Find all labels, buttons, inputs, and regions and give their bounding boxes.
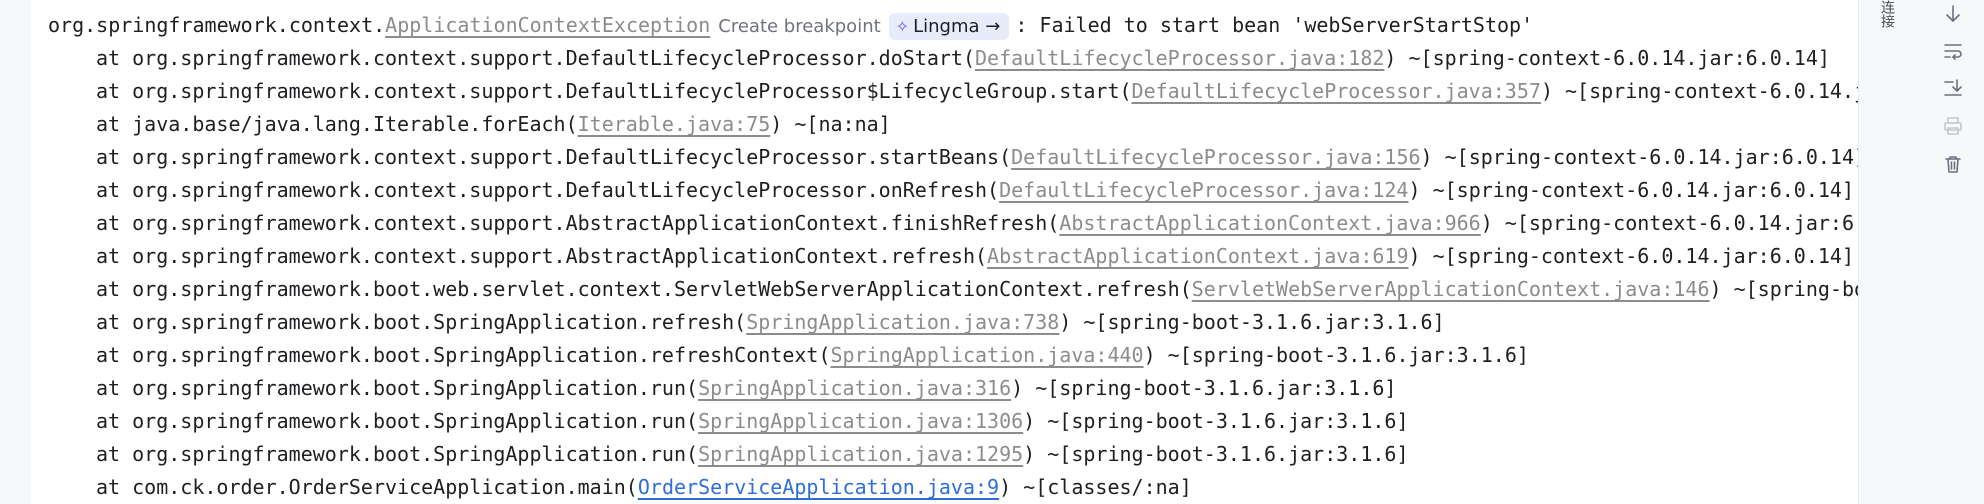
stack-frame: at org.springframework.boot.SpringApplic… — [96, 339, 1529, 372]
stack-frame-jar: ) ~[spring-context-6.0.14.jar:6.0.14] — [1384, 46, 1830, 70]
stack-frame-jar: ) ~[spring-boot-3.1.6.jar:3.1.6] — [1709, 277, 1859, 301]
stack-frame: at java.base/java.lang.Iterable.forEach(… — [96, 108, 891, 141]
stack-frame-method: at org.springframework.context.support.A… — [96, 211, 1060, 235]
exception-header-line: org.springframework.context.ApplicationC… — [48, 9, 1533, 42]
stack-frame-method: at org.springframework.boot.SpringApplic… — [96, 442, 699, 466]
stack-frame: at org.springframework.context.support.D… — [96, 75, 1858, 108]
stack-frame-source-link[interactable]: OrderServiceApplication.java:9 — [638, 475, 999, 499]
stack-frame-jar: ) ~[spring-boot-3.1.6.jar:3.1.6] — [1059, 310, 1445, 334]
stack-frame-source-link[interactable]: ServletWebServerApplicationContext.java:… — [1192, 277, 1710, 301]
console-output[interactable]: org.springframework.context.ApplicationC… — [31, 0, 1858, 504]
exception-class-link[interactable]: ApplicationContextException — [385, 13, 710, 37]
stack-frame: at org.springframework.boot.SpringApplic… — [96, 405, 1408, 438]
stack-frame: at org.springframework.context.support.A… — [96, 240, 1854, 273]
stack-frame-method: at org.springframework.context.support.D… — [96, 178, 1000, 202]
scroll-to-end-icon[interactable] — [1939, 0, 1967, 28]
stack-frame-source-link[interactable]: DefaultLifecycleProcessor.java:124 — [999, 178, 1408, 202]
stack-frame-method: at org.springframework.boot.SpringApplic… — [96, 409, 699, 433]
soft-wrap-icon[interactable] — [1939, 37, 1967, 65]
stack-frame-jar: ) ~[spring-context-6.0.14.jar:6.0.14] — [1408, 178, 1855, 202]
stack-frame-source-link[interactable]: AbstractApplicationContext.java:619 — [987, 244, 1408, 268]
scroll-down-icon[interactable] — [1939, 74, 1967, 102]
clear-all-icon[interactable] — [1939, 150, 1967, 178]
stack-frame-source-link[interactable]: SpringApplication.java:440 — [831, 343, 1144, 367]
stack-frame-jar: ) ~[spring-boot-3.1.6.jar:3.1.6] — [1023, 442, 1409, 466]
stack-frame-jar: ) ~[spring-boot-3.1.6.jar:3.1.6] — [1023, 409, 1409, 433]
stack-frame-method: at org.springframework.context.support.D… — [96, 145, 1012, 169]
stack-frame-method: at org.springframework.boot.web.servlet.… — [96, 277, 1192, 301]
print-icon[interactable] — [1939, 112, 1967, 140]
stack-frame-jar: ) ~[classes/:na] — [999, 475, 1192, 499]
stack-frame-source-link[interactable]: DefaultLifecycleProcessor.java:156 — [1011, 145, 1420, 169]
stack-frame-jar: ) ~[spring-context-6.0.14.jar:6.0.14] — [1408, 244, 1855, 268]
stack-frame-method: at org.springframework.boot.SpringApplic… — [96, 310, 747, 334]
stack-frame-jar: ) ~[spring-context-6.0.14.jar:6.0.14] — [1540, 79, 1858, 103]
stack-frame: at org.springframework.context.support.D… — [96, 141, 1858, 174]
stack-frame-source-link[interactable]: AbstractApplicationContext.java:966 — [1059, 211, 1480, 235]
stack-frame-source-link[interactable]: DefaultLifecycleProcessor.java:357 — [1132, 79, 1541, 103]
stack-frame-method: at com.ck.order.OrderServiceApplication.… — [96, 475, 638, 499]
stack-frame-method: at org.springframework.context.support.A… — [96, 244, 988, 268]
stack-frame: at org.springframework.context.support.A… — [96, 207, 1858, 240]
stack-frame-jar: ) ~[na:na] — [770, 112, 891, 136]
stack-frame-source-link[interactable]: SpringApplication.java:1295 — [698, 442, 1023, 466]
stack-frame-method: at org.springframework.boot.SpringApplic… — [96, 376, 699, 400]
stack-frame-source-link[interactable]: Iterable.java:75 — [578, 112, 771, 136]
stack-frame-source-link[interactable]: DefaultLifecycleProcessor.java:182 — [975, 46, 1384, 70]
stack-frame-jar: ) ~[spring-context-6.0.14.jar:6.0.14] — [1420, 145, 1858, 169]
stack-frame-method: at org.springframework.context.support.D… — [96, 79, 1132, 103]
stack-frame-source-link[interactable]: SpringApplication.java:1306 — [698, 409, 1023, 433]
stack-frame: at org.springframework.context.support.D… — [96, 42, 1830, 75]
exception-package: org.springframework.context. — [48, 13, 386, 37]
stack-frame: at org.springframework.boot.SpringApplic… — [96, 372, 1396, 405]
editor-gutter — [0, 0, 32, 504]
stack-frame: at org.springframework.context.support.D… — [96, 174, 1854, 207]
stack-frame-jar: ) ~[spring-boot-3.1.6.jar:3.1.6] — [1011, 376, 1397, 400]
exception-message: : Failed to start bean 'webServerStartSt… — [1015, 13, 1534, 37]
stack-frame-jar: ) ~[spring-boot-3.1.6.jar:3.1.6] — [1143, 343, 1529, 367]
lingma-button[interactable]: ✧ Lingma → — [888, 13, 1010, 40]
stack-frame-method: at org.springframework.boot.SpringApplic… — [96, 343, 831, 367]
arrow-right-icon: → — [985, 16, 1001, 37]
create-breakpoint-link[interactable]: Create breakpoint — [718, 10, 880, 43]
lingma-icon: ✧ — [895, 17, 910, 36]
console-toolbar: 连接 — [1858, 0, 1984, 504]
stack-frame: at org.springframework.boot.SpringApplic… — [96, 438, 1408, 471]
stack-frame-source-link[interactable]: SpringApplication.java:316 — [698, 376, 1011, 400]
stack-frame-method: at java.base/java.lang.Iterable.forEach( — [96, 112, 578, 136]
stack-frame: at org.springframework.boot.SpringApplic… — [96, 306, 1445, 339]
stack-frame: at com.ck.order.OrderServiceApplication.… — [96, 471, 1192, 504]
stack-frame: at org.springframework.boot.web.servlet.… — [96, 273, 1858, 306]
stack-frame-jar: ) ~[spring-context-6.0.14.jar:6.0.14] — [1480, 211, 1858, 235]
stack-frame-method: at org.springframework.context.support.D… — [96, 46, 975, 70]
stack-frame-source-link[interactable]: SpringApplication.java:738 — [746, 310, 1059, 334]
lingma-label: Lingma — [913, 16, 980, 37]
sidebar-tab-label[interactable]: 连接 — [1875, 0, 1897, 30]
